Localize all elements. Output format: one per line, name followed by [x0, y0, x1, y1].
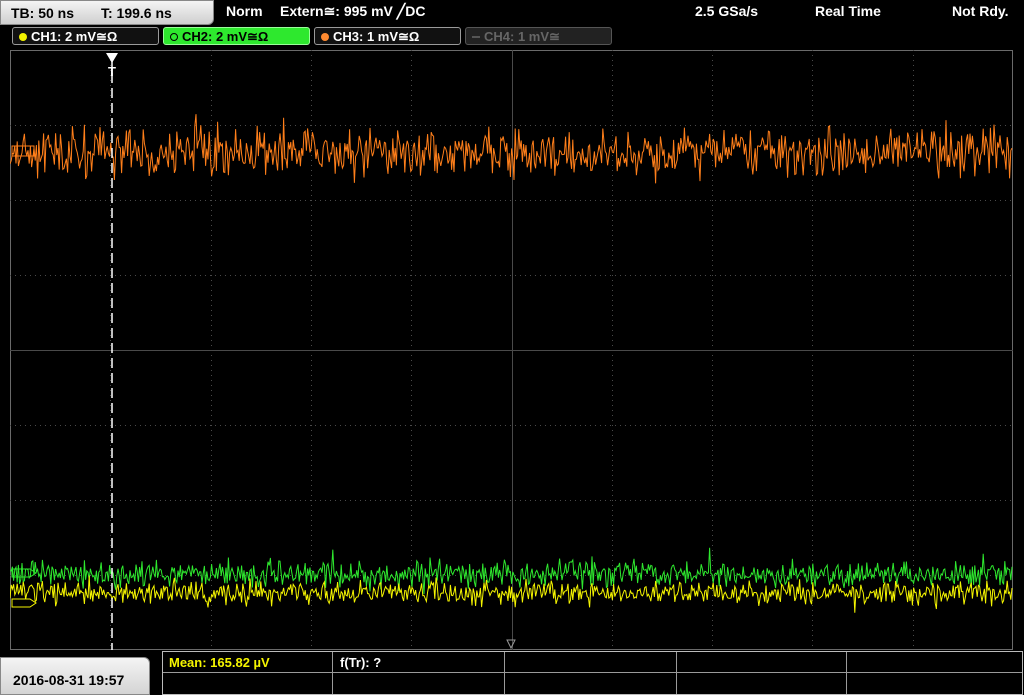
measurement-panel[interactable]: Mean: 165.82 µV f(Tr): ?	[162, 651, 1023, 695]
trigger-mode[interactable]: Norm	[226, 3, 263, 19]
acquisition-state: Not Rdy.	[952, 3, 1009, 19]
datetime-value: 2016-08-31 19:57	[13, 672, 125, 688]
graticule	[10, 50, 1013, 650]
measurement-cell-empty-7[interactable]	[677, 673, 847, 694]
ch3-trace	[10, 114, 1013, 184]
ch4-color-dot	[472, 36, 480, 38]
ch1-label: CH1: 2 mV≅Ω	[31, 29, 118, 44]
ch3-label: CH3: 1 mV≅Ω	[333, 29, 420, 44]
trigger-marker-label: T	[108, 64, 116, 79]
acquisition-mode: Real Time	[815, 3, 881, 19]
waveform-canvas[interactable]: T	[10, 50, 1013, 650]
channel-tab-ch4[interactable]: CH4: 1 mV≅	[465, 27, 612, 45]
trigger-position-marker-icon[interactable]	[106, 53, 118, 63]
ch4-label: CH4: 1 mV≅	[484, 29, 560, 44]
measurement-cell-empty-2[interactable]	[677, 652, 847, 673]
channel-tab-ch2[interactable]: CH2: 2 mV≅Ω	[163, 27, 310, 45]
trigger-source[interactable]: Extern≅: 995 mV ╱DC	[280, 3, 425, 20]
time-reference-marker-icon	[506, 639, 516, 650]
mean-measurement: Mean: 165.82 µV	[169, 655, 270, 670]
ch2-color-dot	[170, 33, 178, 41]
channel-tab-ch3[interactable]: CH3: 1 mV≅Ω	[314, 27, 461, 45]
traces	[10, 114, 1013, 613]
ch1-color-dot	[19, 33, 27, 41]
timebase-value: TB: 50 ns	[11, 5, 75, 21]
measurement-cell-empty-6[interactable]	[505, 673, 677, 694]
channel-tab-ch1[interactable]: CH1: 2 mV≅Ω	[12, 27, 159, 45]
measurement-cell-empty-5[interactable]	[333, 673, 505, 694]
channel-tabs: CH1: 2 mV≅Ω CH2: 2 mV≅Ω CH3: 1 mV≅Ω CH4:…	[0, 25, 1024, 49]
ch3-color-dot	[321, 33, 329, 41]
measurement-cell-empty-1[interactable]	[505, 652, 677, 673]
ch2-label: CH2: 2 mV≅Ω	[182, 29, 269, 44]
datetime-panel: 2016-08-31 19:57	[0, 657, 150, 695]
sample-rate: 2.5 GSa/s	[695, 3, 759, 19]
measurement-cell-empty-4[interactable]	[163, 673, 333, 694]
ftr-measurement: f(Tr): ?	[340, 655, 382, 670]
measurement-cell-empty-3[interactable]	[847, 652, 1022, 673]
measurement-cell-empty-8[interactable]	[847, 673, 1022, 694]
trigger-time-value: T: 199.6 ns	[101, 5, 172, 21]
footer-bar: 2016-08-31 19:57 Mean: 165.82 µV f(Tr): …	[0, 651, 1024, 695]
timebase-panel[interactable]: TB: 50 ns T: 199.6 ns	[0, 0, 214, 25]
ch1-ground-marker-icon	[11, 598, 37, 608]
status-bar: TB: 50 ns T: 199.6 ns Norm Extern≅: 995 …	[0, 0, 1024, 25]
